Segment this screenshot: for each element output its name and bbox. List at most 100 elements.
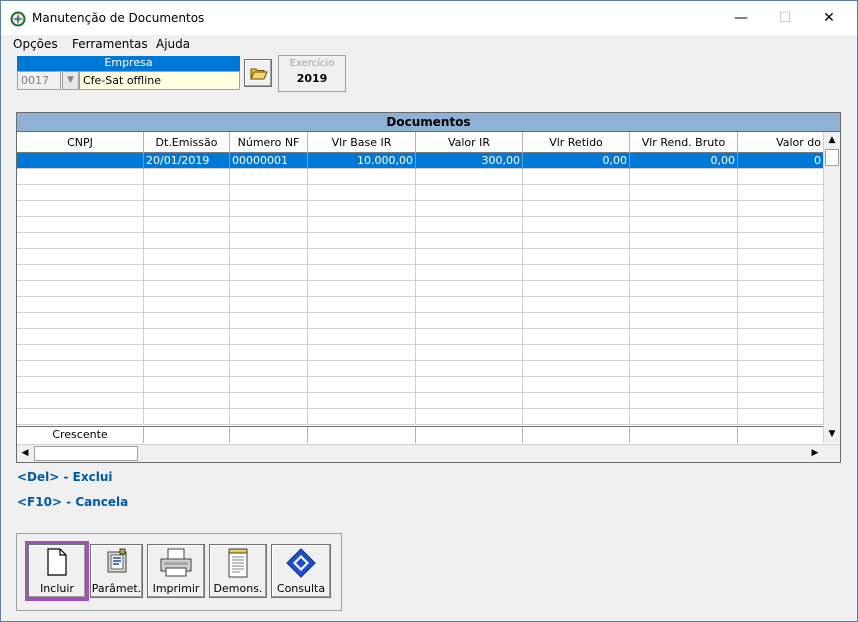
table-row[interactable] — [17, 313, 823, 329]
scroll-left-icon[interactable]: ◀ — [17, 445, 33, 462]
table-cell — [738, 281, 823, 297]
imprimir-button[interactable]: Imprimir — [147, 544, 205, 598]
table-cell — [144, 297, 230, 313]
table-row-selected[interactable]: 20/01/2019 00000001 10.000,00 300,00 0,0… — [17, 153, 823, 169]
table-cell — [144, 185, 230, 201]
empresa-dropdown-button[interactable]: ▼ — [62, 71, 79, 90]
cell-vlr-retido: 0,00 — [523, 153, 630, 169]
table-cell — [416, 233, 523, 249]
horizontal-scrollbar[interactable]: ◀ ▶ — [17, 444, 840, 462]
table-row[interactable] — [17, 233, 823, 249]
table-row[interactable] — [17, 249, 823, 265]
table-row[interactable] — [17, 281, 823, 297]
table-cell — [308, 329, 416, 345]
table-cell — [308, 313, 416, 329]
table-cell — [17, 233, 144, 249]
table-cell — [144, 345, 230, 361]
table-row[interactable] — [17, 201, 823, 217]
cancel-hint: <F10> - Cancela — [17, 495, 129, 509]
menu-ajuda[interactable]: Ajuda — [156, 37, 190, 51]
table-cell — [738, 409, 823, 425]
table-cell — [738, 185, 823, 201]
table-row[interactable] — [17, 393, 823, 409]
empresa-code-field[interactable]: 0017 — [17, 71, 61, 90]
table-cell — [17, 409, 144, 425]
col-valor-do[interactable]: Valor do — [738, 132, 823, 153]
table-cell — [523, 249, 630, 265]
table-cell — [308, 345, 416, 361]
table-cell — [144, 281, 230, 297]
table-row[interactable] — [17, 345, 823, 361]
menu-ferramentas[interactable]: Ferramentas — [72, 37, 148, 51]
demonstrativo-button[interactable]: Demons. — [209, 544, 267, 598]
table-cell — [416, 217, 523, 233]
incluir-label: Incluir — [40, 582, 74, 595]
table-cell — [308, 169, 416, 185]
col-valor-ir[interactable]: Valor IR — [416, 132, 523, 153]
parametros-label: Parâmet. — [91, 582, 142, 595]
consulta-button[interactable]: Consulta — [271, 544, 331, 598]
table-cell — [416, 361, 523, 377]
table-row[interactable] — [17, 361, 823, 377]
table-cell — [523, 377, 630, 393]
col-dt-emissao[interactable]: Dt.Emissão — [144, 132, 230, 153]
table-cell — [308, 217, 416, 233]
open-folder-button[interactable] — [244, 59, 272, 87]
table-cell — [738, 345, 823, 361]
vertical-scroll-thumb[interactable] — [825, 149, 839, 166]
parametros-button[interactable]: Parâmet. — [90, 544, 143, 598]
cell-dt-emissao: 20/01/2019 — [144, 153, 230, 169]
empresa-label: Empresa — [17, 56, 240, 71]
table-cell — [308, 249, 416, 265]
table-row[interactable] — [17, 185, 823, 201]
maximize-button[interactable]: ☐ — [763, 5, 807, 31]
horizontal-scroll-thumb[interactable] — [34, 446, 138, 461]
footer-cell — [416, 427, 523, 443]
scroll-down-icon[interactable]: ▼ — [824, 426, 840, 443]
scroll-right-icon[interactable]: ▶ — [807, 445, 823, 462]
app-icon — [10, 11, 26, 27]
menu-opcoes[interactable]: Opções — [13, 37, 58, 51]
table-row[interactable] — [17, 377, 823, 393]
table-cell — [17, 169, 144, 185]
empresa-name-field[interactable]: Cfe-Sat offline — [79, 71, 240, 90]
table-cell — [308, 233, 416, 249]
table-cell — [523, 217, 630, 233]
col-vlr-base-ir[interactable]: Vlr Base IR — [308, 132, 416, 153]
cell-cnpj — [17, 153, 144, 169]
table-cell — [416, 201, 523, 217]
table-cell — [308, 185, 416, 201]
query-icon — [286, 548, 316, 578]
documents-grid: Documentos CNPJ Dt.Emissão Número NF Vlr… — [16, 112, 841, 463]
table-row[interactable] — [17, 265, 823, 281]
col-vlr-rend-bruto[interactable]: Vlr Rend. Bruto — [630, 132, 738, 153]
minimize-button[interactable]: — — [719, 5, 763, 31]
col-cnpj[interactable]: CNPJ — [17, 132, 144, 153]
table-cell — [523, 233, 630, 249]
table-cell — [17, 201, 144, 217]
table-cell — [230, 329, 308, 345]
vertical-scrollbar[interactable]: ▲ ▼ — [823, 132, 840, 443]
table-cell — [144, 361, 230, 377]
table-cell — [416, 329, 523, 345]
table-cell — [738, 217, 823, 233]
table-row[interactable] — [17, 169, 823, 185]
table-cell — [416, 393, 523, 409]
footer-cell — [230, 427, 308, 443]
exercicio-label: Exercício — [289, 58, 335, 69]
table-cell — [416, 265, 523, 281]
table-cell — [416, 281, 523, 297]
table-row[interactable] — [17, 217, 823, 233]
table-cell — [230, 393, 308, 409]
col-vlr-retido[interactable]: Vlr Retido — [523, 132, 630, 153]
title-bar[interactable]: Manutenção de Documentos — ☐ ✕ — [1, 1, 857, 35]
table-row[interactable] — [17, 329, 823, 345]
table-row[interactable] — [17, 297, 823, 313]
incluir-button[interactable]: Incluir — [25, 541, 89, 601]
cell-vlr-base-ir: 10.000,00 — [308, 153, 416, 169]
table-row[interactable] — [17, 409, 823, 425]
grid-footer: Crescente — [17, 426, 823, 443]
col-numero-nf[interactable]: Número NF — [230, 132, 308, 153]
close-button[interactable]: ✕ — [807, 5, 851, 31]
scroll-up-icon[interactable]: ▲ — [824, 132, 840, 149]
